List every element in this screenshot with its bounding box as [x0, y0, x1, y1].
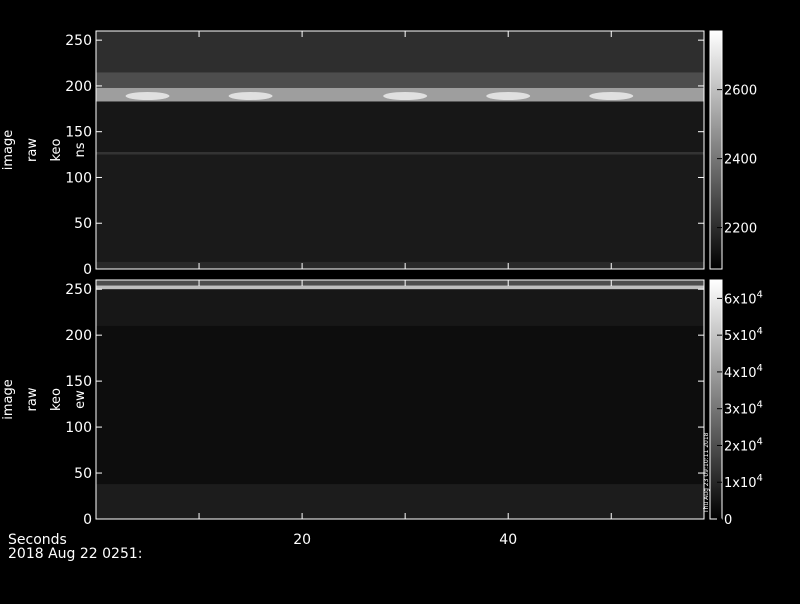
colorbar-tick-label-1-5: 5x104 — [724, 326, 763, 344]
y-axis-label-0-1: raw — [25, 138, 40, 162]
y-tick-label-0-3: 150 — [65, 125, 92, 141]
y-axis-label-1-2: keo — [49, 388, 64, 411]
heatmap-band-1-3 — [96, 285, 704, 290]
x-tick-label-0: 20 — [293, 532, 311, 548]
colorbar-1 — [709, 279, 723, 520]
aurora-spot-1 — [228, 91, 273, 100]
aurora-spot-0 — [125, 91, 170, 100]
y-axis-label-1-3: ew — [73, 390, 88, 409]
heatmap-band-0-5 — [96, 72, 704, 88]
heatmap-band-1-2 — [96, 289, 704, 326]
aurora-spot-3 — [486, 91, 531, 100]
y-tick-label-0-4: 200 — [65, 79, 92, 95]
heatmap-band-1-4 — [96, 280, 704, 286]
y-tick-label-0-1: 50 — [74, 216, 92, 232]
y-axis-label-1-1: raw — [25, 387, 40, 411]
colorbar-tick-label-1-2: 2x104 — [724, 436, 763, 454]
y-tick-label-1-0: 0 — [83, 512, 92, 528]
colorbar-tick-label-0-2: 2600 — [724, 84, 757, 99]
y-axis-label-0-0: image — [1, 130, 16, 171]
y-axis-label-0-3: ns — [73, 142, 88, 157]
colorbar-tick-label-1-6: 6x104 — [724, 289, 763, 307]
y-tick-label-1-4: 200 — [65, 328, 92, 344]
heatmap-band-0-6 — [96, 31, 704, 73]
aurora-spot-2 — [383, 91, 428, 100]
keogram-plot: 050100150200250image raw keo ns220024002600… — [1, 30, 763, 562]
keogram-figure: 0 50 100 150 200 250 image raw keo ns 2200 2400 2600… — [0, 0, 800, 600]
timestamp-note: Thu Aug 23 09:10:11 2018 — [703, 432, 710, 514]
colorbar-tick-label-1-1: 1x104 — [724, 473, 763, 491]
aurora-spot-4 — [589, 91, 634, 100]
heatmap-band-0-1 — [96, 154, 704, 262]
heatmap-band-1-0 — [96, 484, 704, 519]
colorbar-tick-label-0-1: 2400 — [724, 153, 757, 168]
colorbar-0 — [709, 30, 723, 270]
y-axis-label-1-0: image — [1, 379, 16, 420]
colorbar-tick-label-0-0: 2200 — [724, 222, 757, 237]
y-axis-label-0-2: keo — [49, 138, 64, 161]
colorbar-tick-label-1-4: 4x104 — [724, 363, 763, 381]
heatmap-band-1-1 — [96, 325, 704, 485]
heatmap-band-0-0 — [96, 261, 704, 269]
y-tick-label-1-1: 50 — [74, 466, 92, 482]
x-tick-label-1: 40 — [499, 532, 517, 548]
colorbar-tick-label-1-0: 0 — [724, 513, 732, 528]
y-tick-label-0-0: 0 — [83, 262, 92, 278]
y-tick-label-0-5: 250 — [65, 33, 92, 49]
colorbar-tick-label-1-3: 3x104 — [724, 400, 763, 418]
heatmap-band-0-3 — [96, 101, 704, 152]
y-tick-label-1-5: 250 — [65, 282, 92, 298]
heatmap-band-0-2 — [96, 151, 704, 155]
y-tick-label-1-2: 100 — [65, 420, 92, 436]
y-tick-label-1-3: 150 — [65, 374, 92, 390]
date-label: 2018 Aug 22 0251: — [8, 546, 142, 562]
y-tick-label-0-2: 100 — [65, 170, 92, 186]
